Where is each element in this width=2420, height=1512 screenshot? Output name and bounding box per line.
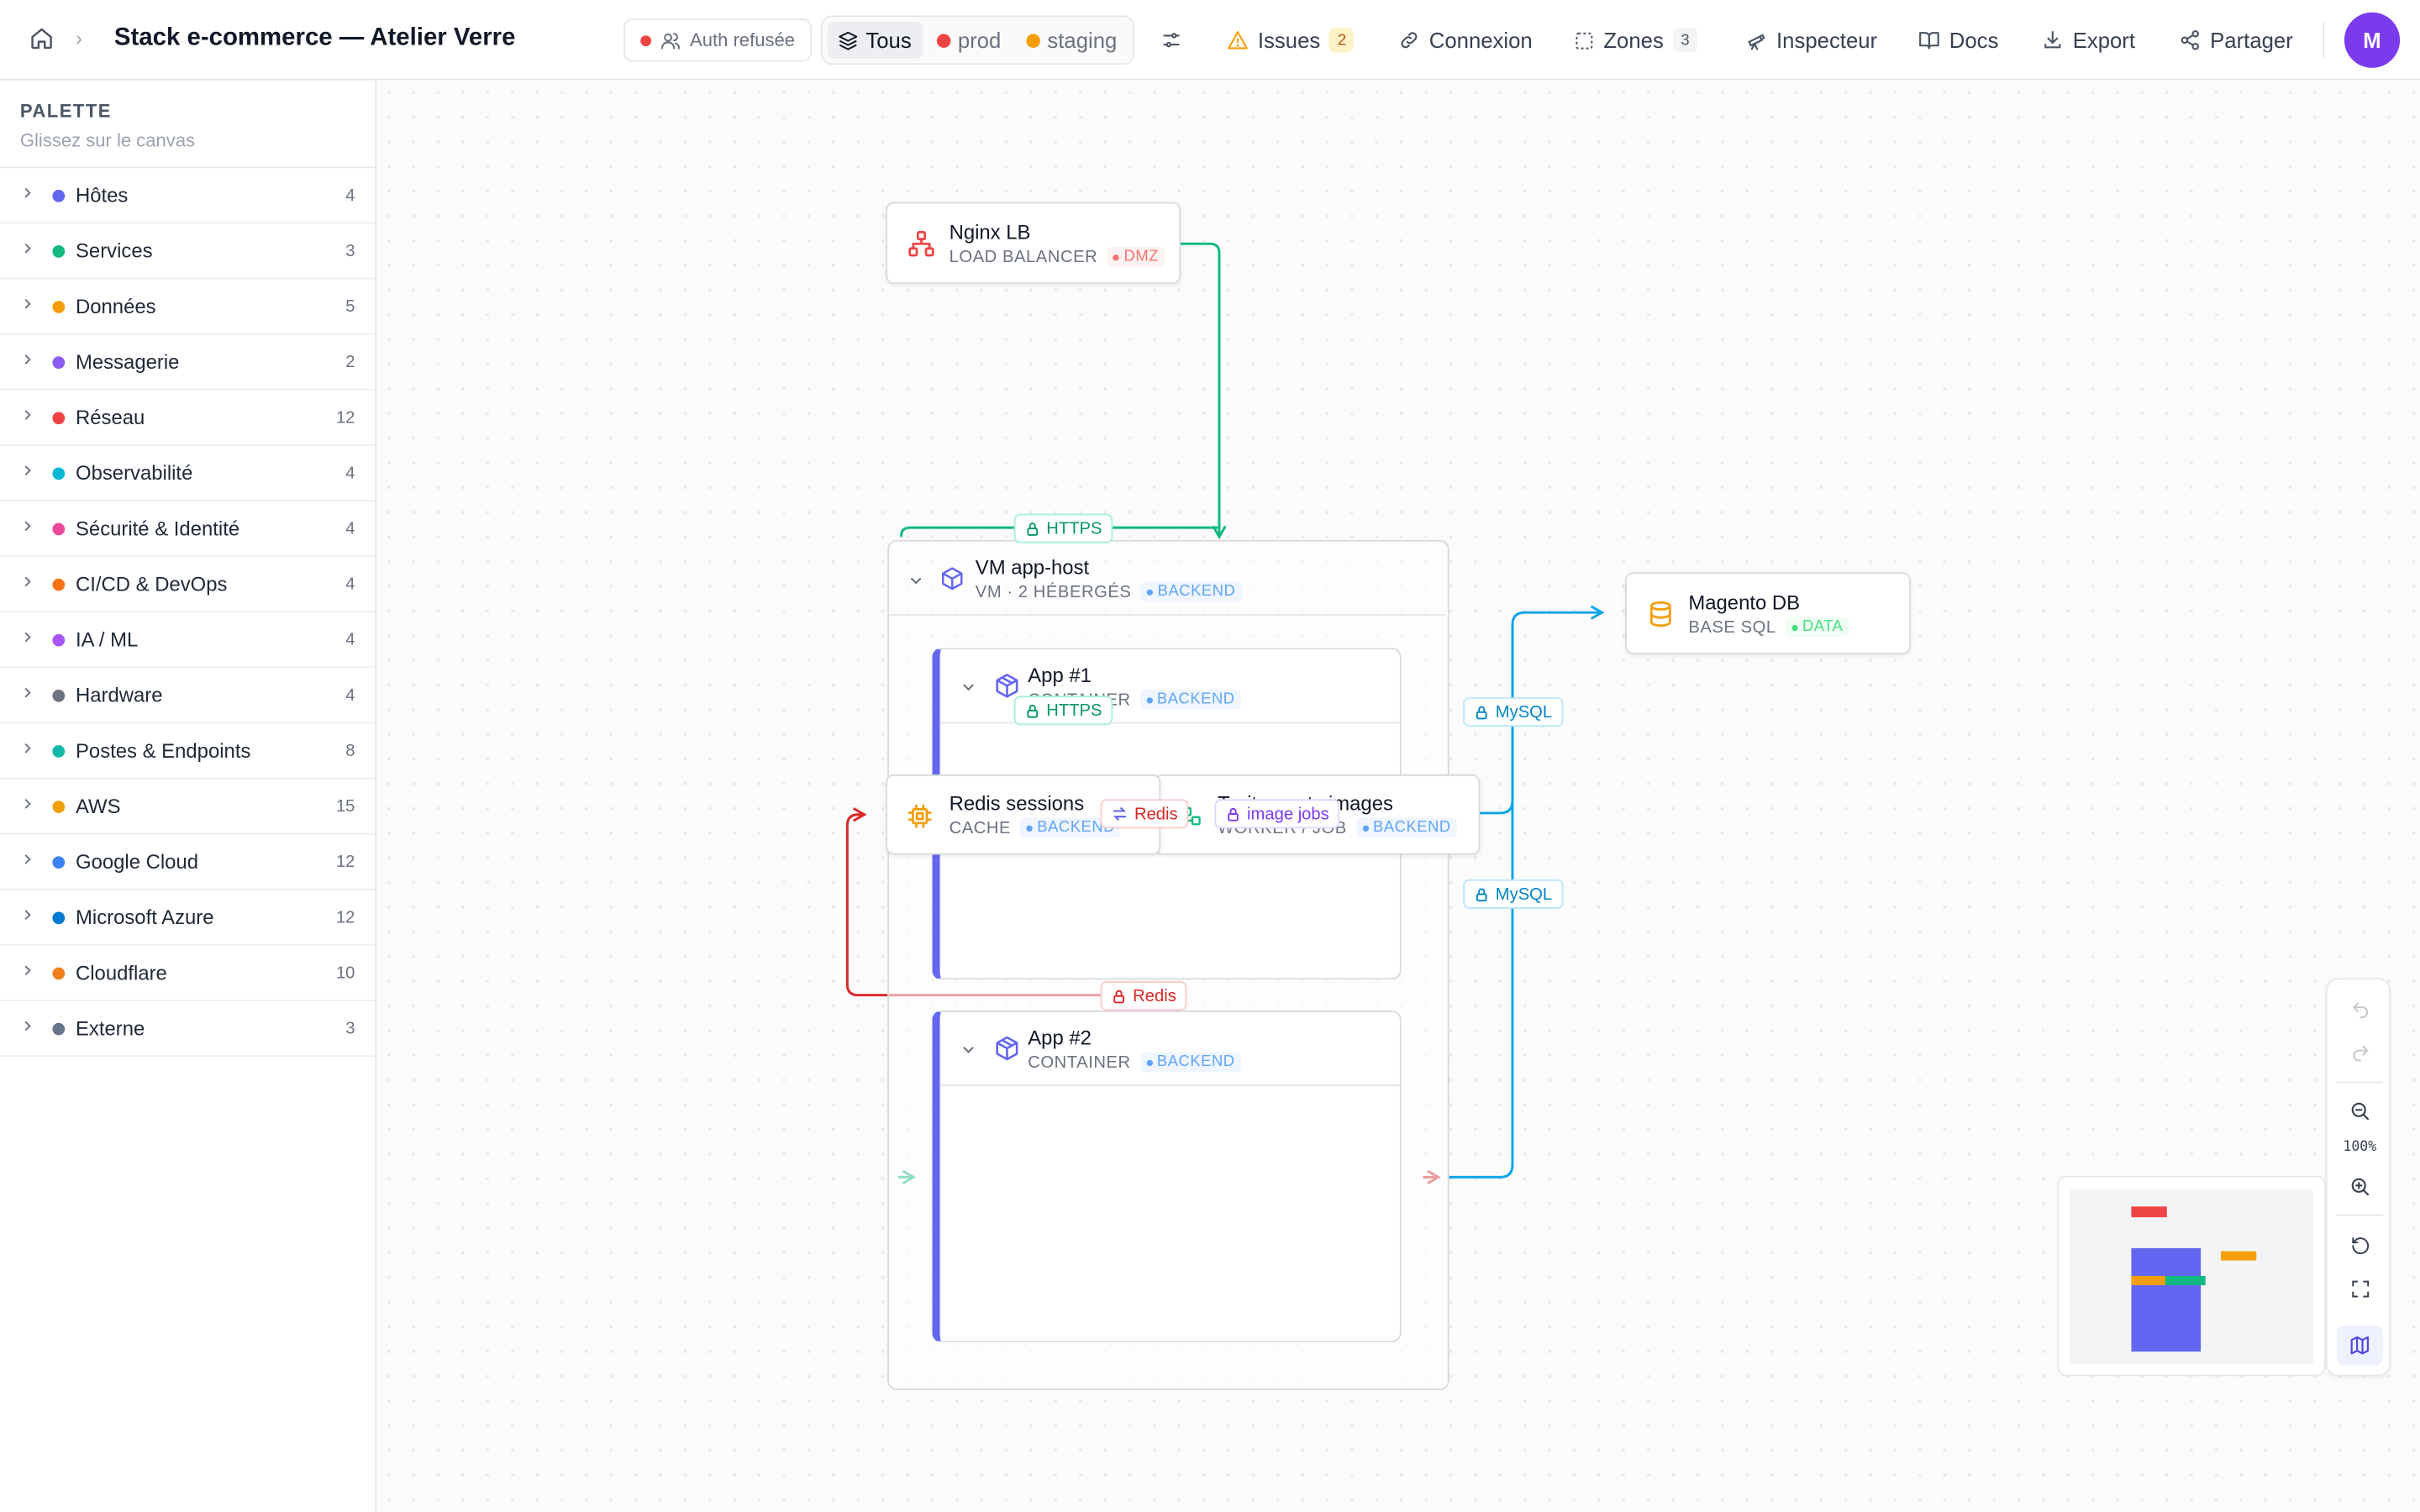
edge-label-text: MySQL — [1495, 702, 1553, 722]
container-box-icon — [994, 673, 1020, 699]
nginx-lb-node[interactable]: Nginx LB LOAD BALANCER DMZ — [886, 202, 1181, 284]
zoom-divider — [2336, 1081, 2383, 1084]
vm-type-label: VM · 2 HÉBERGÉS — [975, 582, 1132, 601]
vm-name: VM app-host — [975, 555, 1090, 579]
app2-name: App #2 — [1028, 1026, 1092, 1049]
magento-type: BASE SQL DATA — [1688, 617, 1849, 638]
vm-zone-badge: BACKEND — [1140, 581, 1242, 602]
app2-zone-badge: BACKEND — [1139, 1052, 1241, 1073]
redis-type-label: CACHE — [949, 818, 1012, 837]
edge-label-text: Redis — [1134, 804, 1178, 823]
app1-zone-label: BACKEND — [1156, 690, 1235, 709]
lock-icon — [1474, 704, 1489, 719]
vm-type: VM · 2 HÉBERGÉS BACKEND — [975, 581, 1242, 602]
lock-icon — [1474, 886, 1489, 901]
edge-label-https-top[interactable]: HTTPS — [1013, 513, 1113, 543]
arrow-swap-icon — [1111, 806, 1128, 822]
nginx-zone-badge: DMZ — [1107, 246, 1165, 267]
lock-icon — [1025, 521, 1040, 536]
edge-label-https-app1[interactable]: HTTPS — [1013, 696, 1113, 726]
nginx-name: Nginx LB — [949, 220, 1031, 244]
magento-zone-label: DATA — [1802, 618, 1844, 636]
undo-icon[interactable] — [2337, 992, 2383, 1026]
redis-name: Redis sessions — [949, 791, 1085, 815]
app1-zone-badge: BACKEND — [1139, 690, 1241, 710]
app1-header-divider — [939, 722, 1400, 724]
magento-type-label: BASE SQL — [1688, 617, 1776, 637]
zoom-level: 100% — [2343, 1140, 2377, 1156]
collapse-chevron-icon[interactable] — [908, 572, 924, 589]
zoom-controls: 100% — [2325, 978, 2391, 1377]
edge-label-text: image jobs — [1247, 804, 1329, 823]
minimap-toggle-icon[interactable] — [2336, 1325, 2383, 1366]
cpu-chip-icon — [906, 802, 934, 830]
app2-header-divider — [939, 1084, 1400, 1087]
minimap-vm — [2131, 1247, 2202, 1352]
edge-label-redis-2[interactable]: Redis — [1100, 981, 1187, 1011]
magento-zone-badge: DATA — [1785, 617, 1849, 638]
minimap-magento — [2221, 1251, 2257, 1261]
vm-zone-label: BACKEND — [1157, 583, 1236, 601]
minimap-redis — [2131, 1275, 2165, 1285]
edge-https-nginx-to-vm[interactable] — [1181, 242, 1227, 540]
redis-type: CACHE BACKEND — [949, 817, 1122, 838]
minimap[interactable] — [2057, 1175, 2326, 1377]
app2-zone-label: BACKEND — [1156, 1053, 1235, 1071]
fit-view-icon[interactable] — [2337, 1271, 2383, 1305]
worker-zone-label: BACKEND — [1373, 819, 1451, 837]
zoom-divider — [2336, 1214, 2383, 1216]
app1-name: App #1 — [1028, 663, 1092, 687]
worker-zone-badge: BACKEND — [1355, 817, 1458, 838]
redo-icon[interactable] — [2337, 1035, 2383, 1068]
edge-label-mysql-2[interactable]: MySQL — [1463, 879, 1564, 909]
minimap-worker — [2165, 1275, 2206, 1285]
vm-header-divider — [888, 614, 1446, 616]
lock-icon — [1225, 806, 1240, 822]
nginx-type-label: LOAD BALANCER — [949, 247, 1098, 266]
edge-label-mysql-1[interactable]: MySQL — [1463, 697, 1564, 727]
minimap-nginx — [2131, 1206, 2167, 1218]
database-icon — [1647, 600, 1675, 627]
edge-label-redis-1[interactable]: Redis — [1100, 799, 1189, 829]
container-box-icon — [994, 1035, 1020, 1061]
magento-name: Magento DB — [1688, 591, 1801, 615]
app2-type: CONTAINER BACKEND — [1028, 1052, 1241, 1073]
lock-icon — [1025, 703, 1040, 718]
network-icon — [908, 230, 935, 258]
edge-label-text: MySQL — [1495, 885, 1553, 904]
nginx-type: LOAD BALANCER DMZ — [949, 246, 1165, 267]
app2-type-label: CONTAINER — [1028, 1053, 1131, 1072]
edge-label-text: HTTPS — [1046, 701, 1102, 720]
lock-icon — [1111, 988, 1126, 1003]
edge-redis-loop[interactable] — [845, 807, 888, 997]
edge-label-text: HTTPS — [1046, 519, 1102, 538]
collapse-chevron-icon[interactable] — [960, 679, 976, 696]
magento-db-node[interactable]: Magento DB BASE SQL DATA — [1625, 572, 1911, 654]
collapse-chevron-icon[interactable] — [960, 1042, 976, 1058]
app2-container[interactable]: App #2 CONTAINER BACKEND — [932, 1011, 1402, 1342]
nginx-zone-label: DMZ — [1123, 248, 1159, 265]
reset-view-icon[interactable] — [2337, 1228, 2383, 1262]
zoom-out-icon[interactable] — [2337, 1094, 2383, 1127]
zoom-in-icon[interactable] — [2337, 1169, 2383, 1203]
vm-cube-icon — [940, 566, 965, 591]
edge-label-image-jobs[interactable]: image jobs — [1214, 799, 1340, 829]
edge-label-text: Redis — [1133, 986, 1176, 1005]
